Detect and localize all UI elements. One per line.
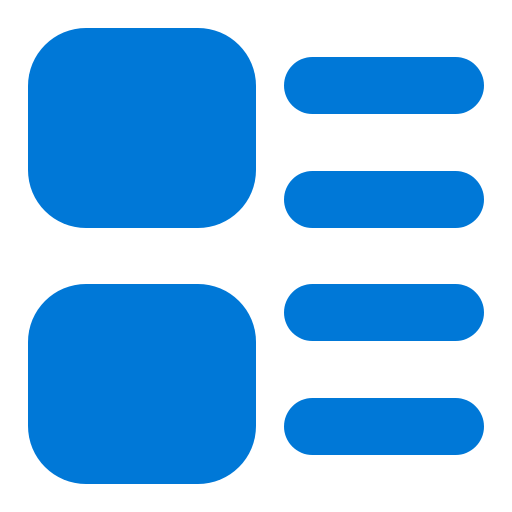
list-line-2 <box>284 171 484 228</box>
list-view-icon <box>0 0 512 512</box>
list-view-icon-graphic <box>28 28 484 484</box>
icon-shapes <box>28 28 484 484</box>
list-line-3 <box>284 284 484 341</box>
thumbnail-bottom <box>28 284 256 484</box>
thumbnail-top <box>28 28 256 228</box>
list-line-1 <box>284 57 484 114</box>
list-line-4 <box>284 398 484 455</box>
